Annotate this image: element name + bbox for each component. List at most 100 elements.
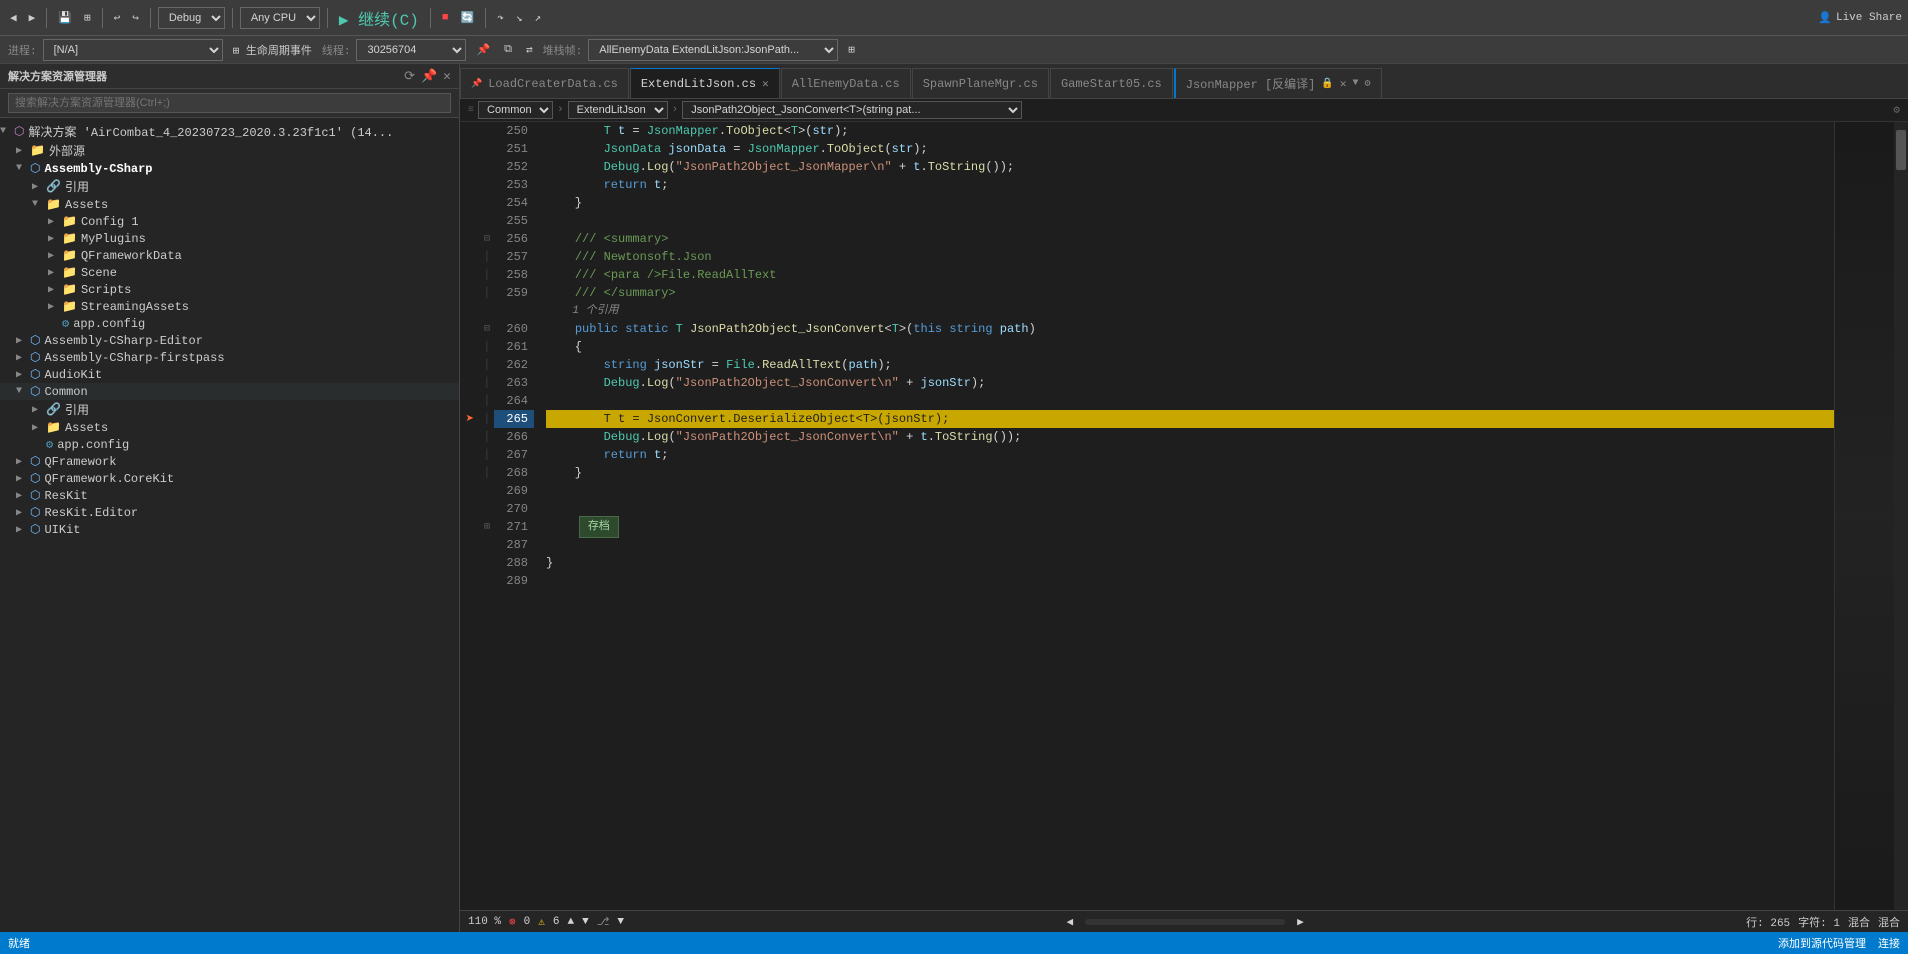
nav-down-btn[interactable]: ▼: [582, 916, 589, 928]
code-line-260: public static T JsonPath2Object_JsonConv…: [546, 320, 1834, 338]
stop-btn[interactable]: ■: [438, 10, 453, 26]
sidebar-item-reskit[interactable]: ▶ ⬡ ResKit: [0, 487, 459, 504]
sidebar-item-myplugins[interactable]: ▶ 📁 MyPlugins: [0, 230, 459, 247]
breadcrumb-common-dropdown[interactable]: Common: [478, 101, 553, 119]
ref2-arrow: ▶: [32, 404, 46, 416]
summary-box-271[interactable]: 存档: [579, 516, 619, 538]
horizontal-scrollbar[interactable]: [1085, 919, 1285, 925]
tab-jsonmapper[interactable]: JsonMapper [反编译] 🔒 ✕ ▼ ⚙: [1174, 68, 1382, 98]
sidebar-item-appconfig2[interactable]: ▶ ⚙ app.config: [0, 436, 459, 453]
step-into-btn[interactable]: ↘: [512, 9, 527, 27]
fwd-btn[interactable]: ▶: [25, 9, 40, 27]
fold-260[interactable]: ⊟: [480, 320, 494, 338]
vertical-scrollbar[interactable]: [1894, 122, 1908, 910]
scroll-right-btn[interactable]: ▶: [1297, 915, 1304, 929]
step-over-btn[interactable]: ↷: [493, 9, 508, 27]
thread-dropdown[interactable]: 30256704: [356, 39, 466, 61]
ln-263: 263: [494, 374, 534, 392]
sidebar-item-external[interactable]: ▶ 📁 外部源: [0, 141, 459, 160]
tab-extendlitjson[interactable]: ExtendLitJson.cs ✕: [630, 68, 780, 98]
tab-extendlitjson-close[interactable]: ✕: [762, 77, 769, 91]
sidebar-item-appconfig1[interactable]: ▶ ⚙ app.config: [0, 315, 459, 332]
sidebar-item-assets1[interactable]: ▼ 📁 Assets: [0, 196, 459, 213]
tab-overflow-icon[interactable]: ▼: [1352, 78, 1358, 89]
step-out-btn[interactable]: ↗: [530, 9, 545, 27]
code-line-261: {: [546, 338, 1834, 356]
sidebar-item-uikit[interactable]: ▶ ⬡ UIKit: [0, 521, 459, 538]
ln-256: 256: [494, 230, 534, 248]
breadcrumb-method-dropdown[interactable]: JsonPath2Object_JsonConvert<T>(string pa…: [682, 101, 1022, 119]
copy-btn[interactable]: ⧉: [500, 42, 516, 58]
process-dropdown[interactable]: [N/A]: [43, 39, 223, 61]
live-share-btn[interactable]: 👤 Live Share: [1818, 11, 1902, 25]
code-editor[interactable]: ➤: [460, 122, 1908, 910]
restart-btn[interactable]: 🔄: [456, 9, 478, 27]
tab-settings-icon[interactable]: ⚙: [1364, 78, 1370, 90]
config1-arrow: ▶: [48, 216, 62, 228]
lifecycle-btn[interactable]: ⊞ 生命周期事件: [229, 40, 316, 60]
ln-271: 271: [494, 518, 534, 536]
sep3: [150, 8, 151, 28]
sidebar-item-qframeworkdata[interactable]: ▶ 📁 QFrameworkData: [0, 247, 459, 264]
ref-icon: 🔗: [46, 179, 61, 194]
sidebar-item-qframework-corekit[interactable]: ▶ ⬡ QFramework.CoreKit: [0, 470, 459, 487]
sidebar-item-scene[interactable]: ▶ 📁 Scene: [0, 264, 459, 281]
solution-item[interactable]: ▼ ⬡ 解决方案 'AirCombat_4_20230723_2020.3.23…: [0, 122, 459, 141]
sidebar-item-assembly-editor[interactable]: ▶ ⬡ Assembly-CSharp-Editor: [0, 332, 459, 349]
cpu-dropdown[interactable]: Any CPU: [240, 7, 320, 29]
pin-icon: 📌: [471, 79, 482, 89]
sidebar-item-scripts[interactable]: ▶ 📁 Scripts: [0, 281, 459, 298]
scene-folder-icon: 📁: [62, 265, 77, 280]
sidebar-item-config1[interactable]: ▶ 📁 Config 1: [0, 213, 459, 230]
sidebar-item-assembly-firstpass[interactable]: ▶ ⬡ Assembly-CSharp-firstpass: [0, 349, 459, 366]
pin-btn[interactable]: 📌: [472, 41, 494, 59]
tab-gamestart05[interactable]: GameStart05.cs: [1050, 68, 1173, 98]
branch-dropdown-btn[interactable]: ▼: [617, 916, 624, 928]
tab-spawnplanemgr[interactable]: SpawnPlaneMgr.cs: [912, 68, 1049, 98]
sidebar-item-qframework[interactable]: ▶ ⬡ QFramework: [0, 453, 459, 470]
undo-btn[interactable]: ↩: [110, 9, 125, 27]
continue-btn[interactable]: ▶ 继续(C): [335, 4, 423, 32]
fold-256[interactable]: ⊟: [480, 230, 494, 248]
tab-allenemydata[interactable]: AllEnemyData.cs: [781, 68, 911, 98]
code-line-256: /// <summary>: [546, 230, 1834, 248]
sidebar-search-input[interactable]: [8, 93, 451, 113]
tab-loadcreaterdata[interactable]: 📌 LoadCreaterData.cs: [460, 68, 629, 98]
breadcrumb-extend-dropdown[interactable]: ExtendLitJson: [568, 101, 668, 119]
redo-btn[interactable]: ↪: [128, 9, 143, 27]
sidebar-item-ref1[interactable]: ▶ 🔗 引用: [0, 177, 459, 196]
code-content[interactable]: T t = JsonMapper.ToObject<T>(str); JsonD…: [546, 122, 1834, 910]
status-ready: 就绪: [8, 935, 30, 951]
fold-268: │: [480, 464, 494, 482]
stack-dropdown[interactable]: AllEnemyData ExtendLitJson:JsonPath...: [588, 39, 838, 61]
sidebar-item-streaming[interactable]: ▶ 📁 StreamingAssets: [0, 298, 459, 315]
debug-dropdown[interactable]: Debug: [158, 7, 225, 29]
save-btn[interactable]: 💾: [54, 9, 76, 27]
back-btn[interactable]: ◀: [6, 9, 21, 27]
breadcrumb-settings-icon[interactable]: ⚙: [1893, 103, 1900, 117]
swap-btn[interactable]: ⇄: [522, 41, 537, 59]
sidebar-item-assembly-csharp[interactable]: ▼ ⬡ Assembly-CSharp: [0, 160, 459, 177]
sidebar-item-reskit-editor[interactable]: ▶ ⬡ ResKit.Editor: [0, 504, 459, 521]
scroll-thumb[interactable]: [1896, 130, 1906, 170]
gutter-258: [460, 266, 480, 284]
main-toolbar: ◀ ▶ 💾 ⊞ ↩ ↪ Debug Any CPU ▶ 继续(C) ■ 🔄 ↷ …: [0, 0, 1908, 36]
sidebar-item-ref2[interactable]: ▶ 🔗 引用: [0, 400, 459, 419]
sidebar-item-audiokit[interactable]: ▶ ⬡ AudioKit: [0, 366, 459, 383]
connection-btn[interactable]: 连接: [1878, 935, 1900, 951]
sidebar-pin-icon[interactable]: 📌: [421, 69, 437, 84]
sidebar-sync-icon[interactable]: ⟳: [404, 69, 415, 84]
save-all-btn[interactable]: ⊞: [80, 9, 95, 27]
sidebar-item-assets2[interactable]: ▶ 📁 Assets: [0, 419, 459, 436]
sidebar-close-icon[interactable]: ✕: [443, 69, 451, 84]
sidebar-item-common[interactable]: ▼ ⬡ Common: [0, 383, 459, 400]
add-source-btn[interactable]: 添加到源代码管理: [1778, 935, 1866, 951]
minimap[interactable]: [1834, 122, 1894, 910]
tab-jsonmapper-close[interactable]: ✕: [1340, 77, 1347, 91]
code-editor-container: ➤: [460, 122, 1908, 910]
nav-up-btn[interactable]: ▲: [567, 916, 574, 928]
fold-271[interactable]: ⊞: [480, 518, 494, 536]
scripts-label: Scripts: [81, 283, 131, 297]
expand-btn[interactable]: ⊞: [844, 41, 859, 59]
scroll-left-btn[interactable]: ◀: [1066, 915, 1073, 929]
